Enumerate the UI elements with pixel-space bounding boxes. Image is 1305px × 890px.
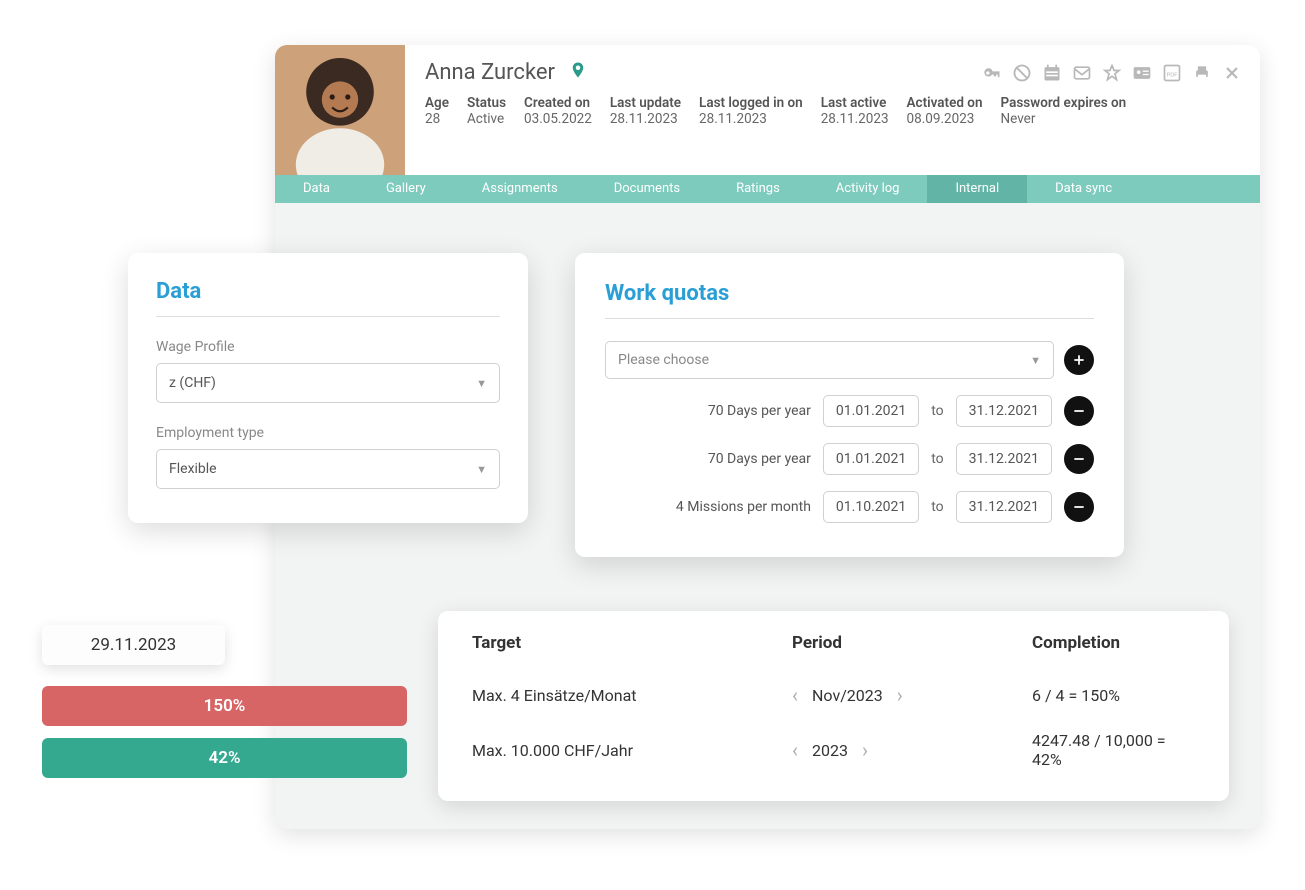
period-nav: ‹ 2023 ›	[792, 738, 1032, 762]
meta-activated: Activated on08.09.2023	[907, 95, 983, 127]
chevron-right-icon[interactable]: ›	[862, 738, 868, 762]
id-card-icon[interactable]	[1132, 63, 1152, 87]
meta-last-active: Last active28.11.2023	[821, 95, 889, 127]
employment-type-value: Flexible	[169, 461, 217, 477]
tab-activity-log[interactable]: Activity log	[808, 175, 928, 203]
person-name: Anna Zurcker	[425, 60, 555, 85]
wage-profile-value: z (CHF)	[169, 375, 216, 391]
chevron-left-icon[interactable]: ‹	[792, 738, 798, 762]
close-icon[interactable]	[1222, 63, 1242, 87]
tab-ratings[interactable]: Ratings	[708, 175, 808, 203]
table-row: Max. 10.000 CHF/Jahr ‹ 2023 › 4247.48 / …	[472, 719, 1195, 781]
completion-value: 4247.48 / 10,000 = 42%	[1032, 731, 1195, 769]
chevron-down-icon: ▼	[476, 377, 487, 390]
chevron-down-icon: ▼	[1030, 354, 1041, 367]
quota-type-select[interactable]: Please choose ▼	[605, 341, 1054, 379]
quota-row: 70 Days per year 01.01.2021 to 31.12.202…	[605, 443, 1094, 475]
quota-to-input[interactable]: 31.12.2021	[956, 443, 1052, 475]
completion-value: 6 / 4 = 150%	[1032, 686, 1195, 705]
star-icon[interactable]	[1102, 63, 1122, 87]
quota-label: 4 Missions per month	[605, 499, 811, 515]
avatar[interactable]	[275, 45, 405, 175]
chevron-left-icon[interactable]: ‹	[792, 683, 798, 707]
location-pin-icon[interactable]	[569, 59, 587, 85]
tab-bar: Data Gallery Assignments Documents Ratin…	[275, 175, 1260, 203]
to-label: to	[931, 403, 943, 419]
tab-internal[interactable]: Internal	[927, 175, 1027, 203]
col-period: Period	[792, 633, 1032, 653]
pdf-icon[interactable]: PDF	[1162, 63, 1182, 87]
quota-from-input[interactable]: 01.01.2021	[823, 395, 919, 427]
tab-assignments[interactable]: Assignments	[454, 175, 586, 203]
col-completion: Completion	[1032, 633, 1195, 653]
meta-last-login: Last logged in on28.11.2023	[699, 95, 803, 127]
meta-grid: Age28 StatusActive Created on03.05.2022 …	[425, 95, 1240, 127]
overlay-progress-green: 42%	[42, 738, 407, 778]
svg-text:PDF: PDF	[1167, 72, 1179, 78]
overlay-progress-red: 150%	[42, 686, 407, 726]
tab-documents[interactable]: Documents	[586, 175, 708, 203]
period-nav: ‹ Nov/2023 ›	[792, 683, 1032, 707]
print-icon[interactable]	[1192, 63, 1212, 87]
to-label: to	[931, 499, 943, 515]
target-name: Max. 10.000 CHF/Jahr	[472, 741, 792, 760]
tab-data[interactable]: Data	[275, 175, 358, 203]
remove-quota-button[interactable]	[1064, 396, 1094, 426]
remove-quota-button[interactable]	[1064, 492, 1094, 522]
tab-data-sync[interactable]: Data sync	[1027, 175, 1140, 203]
chevron-down-icon: ▼	[476, 463, 487, 476]
action-toolbar: PDF	[982, 63, 1242, 87]
chevron-right-icon[interactable]: ›	[897, 683, 903, 707]
ban-icon[interactable]	[1012, 63, 1032, 87]
data-card: Data Wage Profile z (CHF) ▼ Employment t…	[128, 253, 528, 523]
avatar-illustration	[275, 45, 405, 175]
tab-gallery[interactable]: Gallery	[358, 175, 454, 203]
work-quotas-card: Work quotas Please choose ▼ 70 Days per …	[575, 253, 1124, 557]
target-table: Target Period Completion Max. 4 Einsätze…	[438, 611, 1229, 801]
quota-to-input[interactable]: 31.12.2021	[956, 395, 1052, 427]
meta-pwd-expires: Password expires onNever	[1001, 95, 1127, 127]
meta-age: Age28	[425, 95, 449, 127]
quota-row: 4 Missions per month 01.10.2021 to 31.12…	[605, 491, 1094, 523]
envelope-icon[interactable]	[1072, 63, 1092, 87]
col-target: Target	[472, 633, 792, 653]
period-value: 2023	[812, 741, 848, 760]
period-value: Nov/2023	[812, 686, 883, 705]
wage-profile-label: Wage Profile	[156, 339, 500, 355]
work-quotas-title: Work quotas	[605, 281, 1094, 319]
profile-header: Anna Zurcker Age28 StatusActive Created …	[275, 45, 1260, 175]
quota-label: 70 Days per year	[605, 451, 811, 467]
data-card-title: Data	[156, 279, 500, 317]
wage-profile-select[interactable]: z (CHF) ▼	[156, 363, 500, 403]
quota-from-input[interactable]: 01.01.2021	[823, 443, 919, 475]
employment-type-label: Employment type	[156, 425, 500, 441]
calendar-icon[interactable]	[1042, 63, 1062, 87]
table-row: Max. 4 Einsätze/Monat ‹ Nov/2023 › 6 / 4…	[472, 671, 1195, 719]
quota-label: 70 Days per year	[605, 403, 811, 419]
quota-to-input[interactable]: 31.12.2021	[956, 491, 1052, 523]
add-quota-button[interactable]	[1064, 345, 1094, 375]
quota-type-placeholder: Please choose	[618, 352, 709, 368]
target-header-row: Target Period Completion	[472, 633, 1195, 671]
meta-created: Created on03.05.2022	[524, 95, 592, 127]
key-icon[interactable]	[982, 63, 1002, 87]
meta-updated: Last update28.11.2023	[610, 95, 681, 127]
overlay-date-badge: 29.11.2023	[42, 625, 225, 665]
quota-from-input[interactable]: 01.10.2021	[823, 491, 919, 523]
to-label: to	[931, 451, 943, 467]
employment-type-select[interactable]: Flexible ▼	[156, 449, 500, 489]
target-name: Max. 4 Einsätze/Monat	[472, 686, 792, 705]
remove-quota-button[interactable]	[1064, 444, 1094, 474]
meta-status: StatusActive	[467, 95, 506, 127]
quota-row: 70 Days per year 01.01.2021 to 31.12.202…	[605, 395, 1094, 427]
